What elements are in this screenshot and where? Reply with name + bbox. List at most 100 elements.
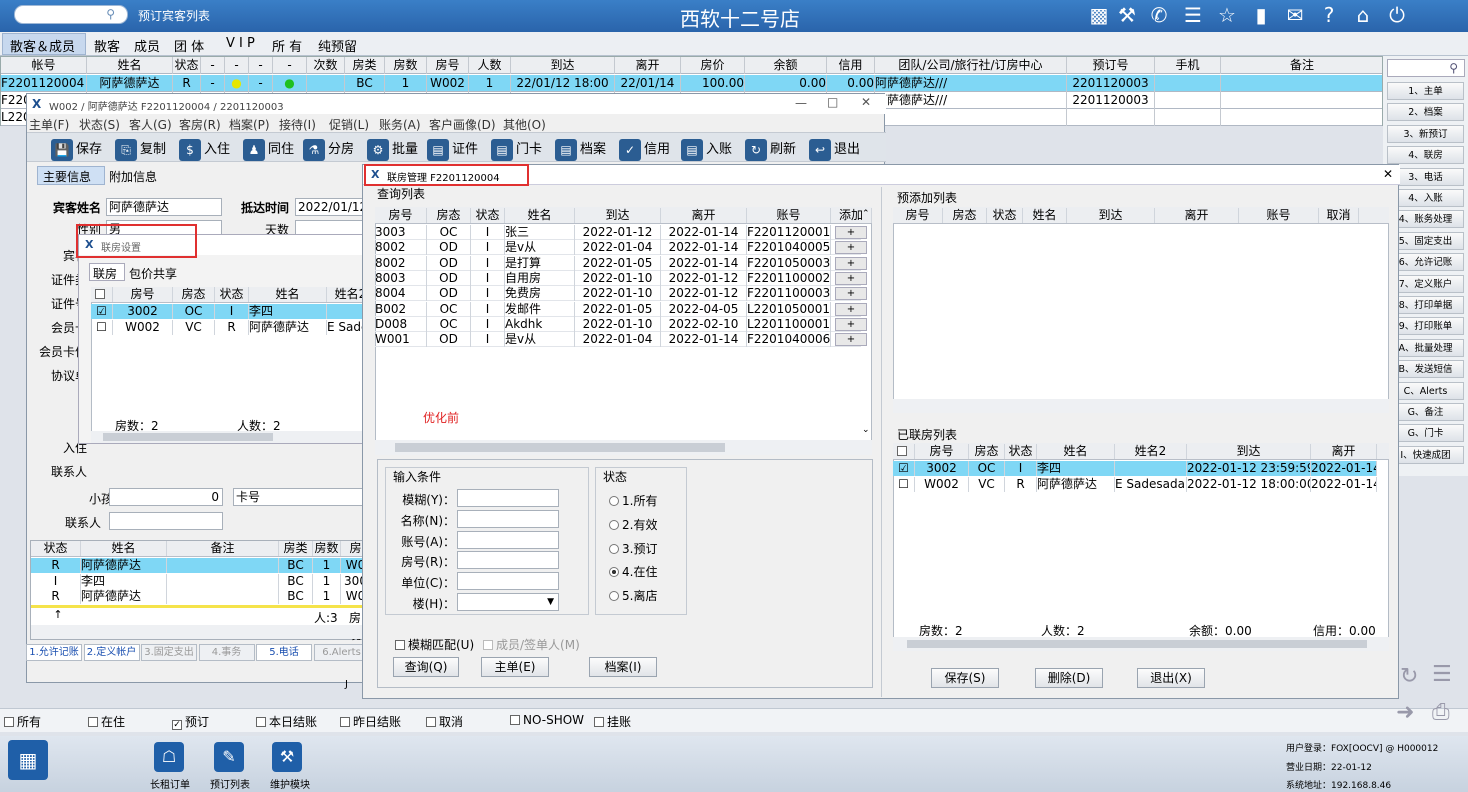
search-field[interactable] <box>457 509 559 528</box>
status-filter-checkbox[interactable]: 本日结账 <box>256 713 317 730</box>
delete-button[interactable]: 删除(D) <box>1035 668 1103 688</box>
power-icon[interactable]: ⏻ <box>1383 3 1411 27</box>
card-toolbar-button[interactable]: ▤ 门卡 <box>491 138 542 161</box>
search-field[interactable] <box>457 572 559 591</box>
menu-item[interactable]: 其他(O) <box>503 116 546 133</box>
right-search-input[interactable]: ⚲ <box>1387 59 1465 77</box>
share-toolbar-button[interactable]: ♟ 同住 <box>243 138 294 161</box>
status-radio[interactable]: 2.有效 <box>609 516 657 533</box>
maintenance-icon[interactable]: ⚒ <box>272 742 302 772</box>
query-button[interactable]: 查询(Q) <box>393 657 459 677</box>
table-row[interactable]: 3003 OC I 张三 2022-01-12 2022-01-14 F2201120001… <box>375 225 867 240</box>
menu-item[interactable]: 状态(S) <box>79 116 120 133</box>
mail-icon[interactable]: ✉ <box>1281 3 1309 27</box>
guest-name-field[interactable]: 阿萨德萨达 <box>106 198 222 216</box>
table-cell[interactable]: ☐ <box>91 319 113 335</box>
search-field[interactable]: ▼ <box>457 593 559 611</box>
menu-item[interactable]: 客房(R) <box>179 116 221 133</box>
phone-icon[interactable]: ✆ <box>1145 3 1173 27</box>
card-field[interactable]: 卡号 <box>233 488 363 506</box>
horizontal-scrollbar[interactable] <box>375 440 872 455</box>
table-row[interactable]: W001 OD I 是v从 2022-01-04 2022-01-14 F220104000… <box>375 332 867 348</box>
maximize-button[interactable]: □ <box>827 95 838 109</box>
vertical-scrollbar[interactable]: ⌃ ⌄ <box>861 207 871 439</box>
status-radio[interactable]: 5.离店 <box>609 587 657 604</box>
table-cell[interactable]: ☑ <box>893 461 915 476</box>
right-action-button[interactable]: 1、主单 <box>1387 82 1464 100</box>
search-field[interactable] <box>457 551 559 570</box>
bottom-tab[interactable]: 5.电话 <box>256 644 312 661</box>
top-search-input[interactable]: ⚲ <box>14 5 128 24</box>
split-toolbar-button[interactable]: ⚗ 分房 <box>303 138 354 161</box>
tab-main-info[interactable]: 主要信息 <box>43 168 91 185</box>
table-row[interactable]: 8002 OD I 是打算 2022-01-05 2022-01-14 F220105000… <box>375 255 867 271</box>
menu-item[interactable]: 档案(P) <box>229 116 270 133</box>
profile-button[interactable]: 档案(I) <box>589 657 657 677</box>
tab-link-room[interactable]: 联房 <box>93 265 117 282</box>
search-field[interactable] <box>457 530 559 549</box>
table-row[interactable]: 8004 OD I 免费房 2022-01-10 2022-01-12 F220110000… <box>375 286 867 302</box>
status-filter-checkbox[interactable]: 取消 <box>426 713 463 730</box>
tab-extra-info[interactable]: 附加信息 <box>109 168 157 185</box>
right-action-button[interactable]: 2、档案 <box>1387 103 1464 122</box>
menu-item[interactable]: 主单(F) <box>29 116 69 133</box>
post-toolbar-button[interactable]: ▤ 入账 <box>681 138 732 161</box>
tab-fit[interactable]: 散客 <box>94 36 120 55</box>
save-button[interactable]: 保存(S) <box>931 668 999 688</box>
horizontal-scrollbar[interactable] <box>91 431 371 443</box>
horizontal-scrollbar[interactable] <box>893 399 1389 413</box>
table-row[interactable]: 8003 OD I 自用房 2022-01-10 2022-01-12 F220110000… <box>375 270 867 286</box>
list-item[interactable]: I 李四 BC 1 300 <box>31 573 371 589</box>
exit-button[interactable]: 退出(X) <box>1137 668 1205 688</box>
kid-field[interactable]: 0 <box>109 488 223 506</box>
status-filter-checkbox[interactable]: 昨日结账 <box>340 713 401 730</box>
main-order-button[interactable]: 主单(E) <box>481 657 549 677</box>
table-row[interactable]: ☑ 3002 OC I 李四 2022-01-12 23:59:59 2022-01-14 <box>893 461 1377 476</box>
table-row[interactable]: B002 OC I 发邮件 2022-01-05 2022-04-05 L220105000… <box>375 301 867 317</box>
tools-icon[interactable]: ⚒ <box>1113 3 1141 27</box>
menu-item[interactable]: 接待(I) <box>279 116 316 133</box>
tab-package-share[interactable]: 包价共享 <box>129 265 177 282</box>
table-cell[interactable]: ☑ <box>91 304 113 319</box>
tab-fit-member[interactable]: 散客＆成员 <box>10 36 75 55</box>
long-rent-icon[interactable]: ☖ <box>154 742 184 772</box>
list-item[interactable]: R 阿萨德萨达 BC 1 W0 <box>31 558 371 573</box>
arrival-field[interactable]: 2022/01/12 <box>295 198 367 216</box>
status-radio[interactable]: 3.预订 <box>609 540 657 557</box>
tab-group[interactable]: 团 体 <box>174 36 204 55</box>
table-row[interactable]: ☐W002VCR阿萨德萨达E Sadesada <box>91 319 375 335</box>
tab-all[interactable]: 所 有 <box>272 36 302 55</box>
copy-toolbar-button[interactable]: ⎘ 复制 <box>115 138 166 161</box>
save-toolbar-button[interactable]: 💾 保存 <box>51 138 102 161</box>
right-action-button[interactable]: 3、新预订 <box>1387 124 1464 143</box>
up-arrow-icon[interactable]: ↑ <box>33 608 83 624</box>
status-filter-checkbox[interactable]: 在住 <box>88 713 125 730</box>
table-cell[interactable]: ☐ <box>893 476 915 492</box>
table-row[interactable]: ☑ 3002 OC I 李四 <box>91 304 375 319</box>
table-row[interactable]: 8002 OD I 是v从 2022-01-04 2022-01-14 F220104000… <box>375 240 867 256</box>
login-icon[interactable]: ➜ <box>1396 700 1414 725</box>
horizontal-scrollbar[interactable] <box>31 625 371 639</box>
help-icon[interactable]: ? <box>1315 3 1343 27</box>
tab-member[interactable]: 成员 <box>134 36 160 55</box>
status-filter-checkbox[interactable]: NO-SHOW <box>510 713 584 727</box>
menu-icon[interactable]: ☰ <box>1179 3 1207 27</box>
menu-item[interactable]: 客人(G) <box>129 116 172 133</box>
refresh-toolbar-button[interactable]: ↻ 刷新 <box>745 138 796 161</box>
search-field[interactable] <box>457 489 559 507</box>
list-icon[interactable]: ☰ <box>1432 662 1452 687</box>
columns-icon[interactable]: ▮ <box>1247 3 1275 27</box>
apps-grid-icon[interactable]: ▦ <box>8 740 48 780</box>
profile-toolbar-button[interactable]: ▤ 档案 <box>555 138 606 161</box>
table-row[interactable]: ☐ W002 VC R 阿萨德萨达 E Sadesada 2022-01-12 18:00:… <box>893 476 1377 492</box>
right-action-button[interactable]: 4、联房 <box>1387 146 1464 165</box>
list-item[interactable]: R 阿萨德萨达 BC 1 W0 <box>31 589 371 604</box>
status-radio[interactable]: 1.所有 <box>609 492 657 509</box>
reservation-list-icon[interactable]: ✎ <box>214 742 244 772</box>
print-icon[interactable]: ⎙ <box>1432 700 1450 725</box>
batch-toolbar-button[interactable]: ⚙ 批量 <box>367 138 418 161</box>
menu-item[interactable]: 客户画像(D) <box>429 116 496 133</box>
bottom-tab[interactable]: 1.允许记账 <box>26 644 82 661</box>
menu-item[interactable]: 账务(A) <box>379 116 421 133</box>
checkin-toolbar-button[interactable]: $ 入住 <box>179 138 230 161</box>
